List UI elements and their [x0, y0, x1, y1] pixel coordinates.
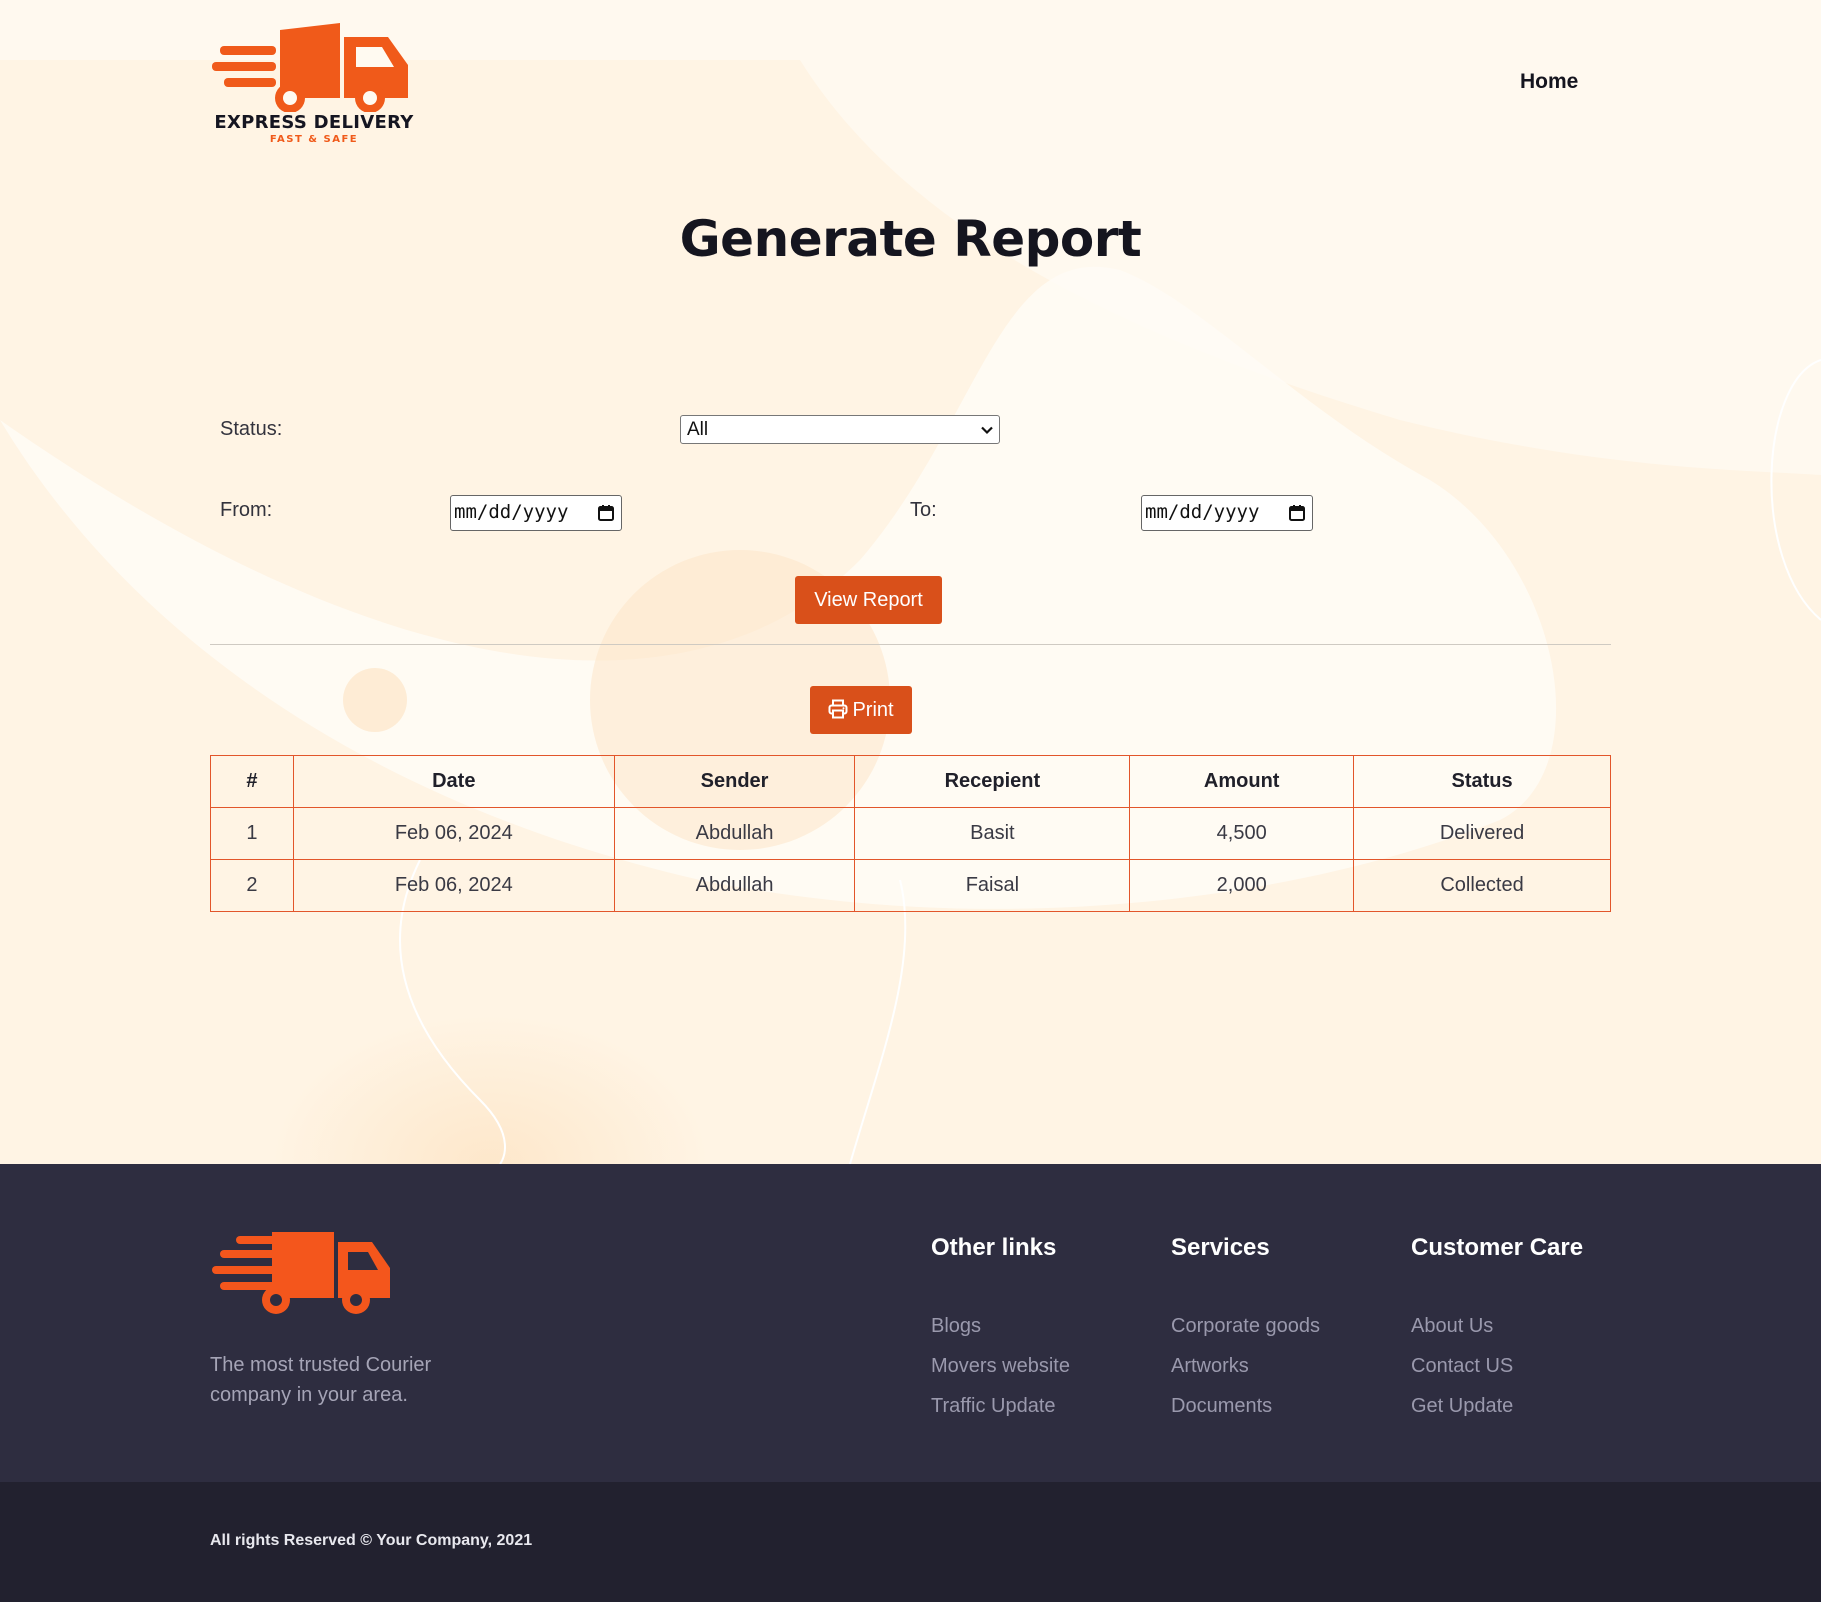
- to-label: To:: [910, 499, 937, 521]
- print-button[interactable]: Print: [810, 686, 912, 734]
- from-label: From:: [220, 499, 273, 521]
- column-header: Amount: [1129, 755, 1355, 808]
- column-header: Status: [1353, 755, 1611, 808]
- table-cell: Delivered: [1353, 807, 1611, 860]
- to-date-placeholder: mm/dd/yyyy: [1145, 501, 1260, 523]
- footer-link[interactable]: Movers website: [931, 1346, 1070, 1386]
- table-cell: Feb 06, 2024: [292, 807, 615, 860]
- copyright-text: All rights Reserved © Your Company, 2021: [210, 1532, 533, 1549]
- table-cell: 2,000: [1129, 859, 1355, 912]
- table-cell: 2: [210, 859, 294, 912]
- nav-home-link[interactable]: Home: [1520, 70, 1578, 94]
- table-cell: Abdullah: [613, 807, 856, 860]
- column-header: #: [210, 755, 294, 808]
- chevron-down-icon: [981, 426, 993, 435]
- brand-name: EXPRESS DELIVERY: [214, 112, 414, 133]
- calendar-icon[interactable]: [597, 504, 615, 522]
- footer-column-title: Other links: [931, 1234, 1057, 1261]
- table-cell: 1: [210, 807, 294, 860]
- footer-link[interactable]: Documents: [1171, 1386, 1320, 1426]
- brand-tagline: FAST & SAFE: [269, 134, 359, 145]
- brand-logo[interactable]: EXPRESS DELIVERY FAST & SAFE: [210, 20, 418, 150]
- divider: [210, 644, 1611, 645]
- status-label: Status:: [220, 418, 283, 440]
- footer-tagline: The most trusted Courier company in your…: [210, 1354, 432, 1406]
- bottom-bar: All rights Reserved © Your Company, 2021: [0, 1482, 1821, 1602]
- table-cell: Basit: [854, 807, 1131, 860]
- table-cell: Collected: [1353, 859, 1611, 912]
- table-row: 1 Feb 06, 2024 Abdullah Basit 4,500 Deli…: [210, 807, 1611, 860]
- footer-link[interactable]: Traffic Update: [931, 1386, 1070, 1426]
- footer-link[interactable]: Corporate goods: [1171, 1306, 1320, 1346]
- footer-column-other-links: Other links Blogs Movers website Traffic…: [931, 1234, 1070, 1426]
- from-date-input[interactable]: mm/dd/yyyy: [450, 495, 622, 531]
- site-header: EXPRESS DELIVERY FAST & SAFE Home: [0, 0, 1821, 170]
- footer-column-title: Services: [1171, 1234, 1270, 1261]
- printer-icon: [828, 699, 848, 719]
- delivery-truck-icon: [212, 1232, 390, 1314]
- footer-column-title: Customer Care: [1411, 1234, 1584, 1261]
- delivery-truck-icon: [212, 23, 408, 113]
- footer-link[interactable]: Contact US: [1411, 1346, 1583, 1386]
- from-date-placeholder: mm/dd/yyyy: [454, 501, 569, 523]
- footer-column-services: Services Corporate goods Artworks Docume…: [1171, 1234, 1320, 1426]
- footer-link[interactable]: About Us: [1411, 1306, 1583, 1346]
- view-report-button[interactable]: View Report: [795, 576, 942, 624]
- column-header: Sender: [613, 755, 856, 808]
- table-cell: Feb 06, 2024: [292, 859, 615, 912]
- column-header: Recepient: [854, 755, 1131, 808]
- footer-link[interactable]: Blogs: [931, 1306, 1070, 1346]
- print-button-label: Print: [852, 699, 894, 721]
- footer-column-customer-care: Customer Care About Us Contact US Get Up…: [1411, 1234, 1583, 1426]
- table-header-row: # Date Sender Recepient Amount Status: [210, 755, 1611, 808]
- site-footer: The most trusted Courier company in your…: [0, 1164, 1821, 1482]
- column-header: Date: [292, 755, 615, 808]
- footer-link[interactable]: Get Update: [1411, 1386, 1583, 1426]
- table-cell: Faisal: [854, 859, 1131, 912]
- table-cell: 4,500: [1129, 807, 1355, 860]
- status-select-value: All: [687, 419, 709, 440]
- table-cell: Abdullah: [613, 859, 856, 912]
- table-row: 2 Feb 06, 2024 Abdullah Faisal 2,000 Col…: [210, 859, 1611, 912]
- to-date-input[interactable]: mm/dd/yyyy: [1141, 495, 1313, 531]
- footer-link[interactable]: Artworks: [1171, 1346, 1320, 1386]
- calendar-icon[interactable]: [1288, 504, 1306, 522]
- report-table: # Date Sender Recepient Amount Status 1 …: [210, 755, 1611, 912]
- status-select[interactable]: All: [680, 415, 1000, 444]
- page-title: Generate Report: [679, 210, 1142, 268]
